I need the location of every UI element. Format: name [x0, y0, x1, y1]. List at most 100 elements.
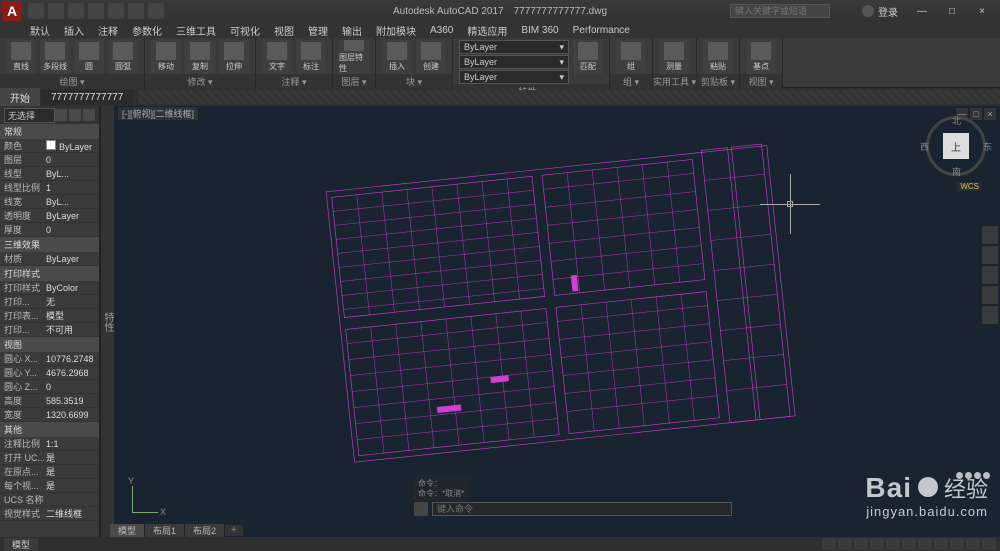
maximize-button[interactable]: □: [938, 2, 966, 20]
ribbon-tab-注释[interactable]: 注释: [92, 23, 124, 38]
ribbon-button-移动[interactable]: 移动: [151, 40, 181, 74]
property-row[interactable]: 透明度ByLayer: [0, 209, 99, 223]
property-row[interactable]: 线型ByL...: [0, 167, 99, 181]
palette-section-header[interactable]: 打印样式: [0, 266, 99, 281]
ribbon-tab-三维工具[interactable]: 三维工具: [170, 23, 222, 38]
layer-dropdown[interactable]: ByLayer▾: [459, 40, 569, 54]
property-row[interactable]: 圆心 Y...4676.2968: [0, 366, 99, 380]
property-row[interactable]: 高度585.3519: [0, 394, 99, 408]
ribbon-button-标注[interactable]: 标注: [296, 40, 326, 74]
property-row[interactable]: 注释比例1:1: [0, 437, 99, 451]
ribbon-button-测量[interactable]: 测量: [659, 40, 689, 74]
qat-saveas-icon[interactable]: [88, 3, 104, 19]
annotation-scale-icon[interactable]: [950, 538, 964, 550]
property-value[interactable]: 是: [46, 479, 95, 492]
property-value[interactable]: ByColor: [46, 283, 95, 293]
ribbon-button-直线[interactable]: 直线: [6, 40, 36, 74]
property-row[interactable]: 线型比例1: [0, 181, 99, 195]
match-properties-button[interactable]: 匹配: [573, 40, 603, 74]
ribbon-button-图层特性[interactable]: 图层特性: [339, 40, 369, 74]
drawing-viewport[interactable]: [-][俯视][二维线框] — □ ×: [114, 106, 1000, 537]
ribbon-button-文字[interactable]: 文字: [262, 40, 292, 74]
ribbon-tab-Performance[interactable]: Performance: [567, 25, 636, 36]
property-row[interactable]: 圆心 X...10776.2748: [0, 352, 99, 366]
compass-north[interactable]: 北: [952, 114, 961, 127]
nav-zoom-icon[interactable]: [982, 266, 998, 284]
drawing-canvas[interactable]: [114, 106, 1000, 537]
property-value[interactable]: 1320.6699: [46, 410, 95, 420]
property-value[interactable]: 4676.2968: [46, 368, 95, 378]
ribbon-button-基点[interactable]: 基点: [746, 40, 776, 74]
panel-label[interactable]: 块 ▾: [376, 74, 452, 89]
select-objects-icon[interactable]: [69, 109, 81, 121]
minimize-button[interactable]: —: [908, 2, 936, 20]
osnap-toggle-icon[interactable]: [886, 538, 900, 550]
nav-pan-icon[interactable]: [982, 246, 998, 264]
pickadd-icon[interactable]: [83, 109, 95, 121]
property-row[interactable]: 颜色ByLayer: [0, 139, 99, 153]
customize-icon[interactable]: [982, 538, 996, 550]
property-row[interactable]: 打印表...模型: [0, 309, 99, 323]
panel-label[interactable]: 实用工具 ▾: [653, 74, 696, 89]
property-row[interactable]: 圆心 Z...0: [0, 380, 99, 394]
property-value[interactable]: 1:1: [46, 439, 95, 449]
compass-east[interactable]: 东: [983, 140, 992, 153]
nav-orbit-icon[interactable]: [982, 286, 998, 304]
qat-redo-icon[interactable]: [148, 3, 164, 19]
status-model-button[interactable]: 模型: [4, 538, 38, 551]
help-search-input[interactable]: [730, 4, 830, 18]
nav-wheel-icon[interactable]: [982, 226, 998, 244]
property-value[interactable]: 二维线框: [46, 507, 95, 520]
ortho-toggle-icon[interactable]: [854, 538, 868, 550]
viewcube[interactable]: 上 北 南 东 西: [926, 116, 986, 176]
wcs-label[interactable]: WCS: [957, 182, 982, 191]
app-logo-icon[interactable]: A: [2, 1, 22, 21]
grid-toggle-icon[interactable]: [822, 538, 836, 550]
ribbon-button-拉伸[interactable]: 拉伸: [219, 40, 249, 74]
property-row[interactable]: 打印...无: [0, 295, 99, 309]
ribbon-tab-管理[interactable]: 管理: [302, 23, 334, 38]
panel-label[interactable]: 视图 ▾: [740, 74, 782, 89]
ribbon-tab-可视化[interactable]: 可视化: [224, 23, 266, 38]
qat-undo-icon[interactable]: [128, 3, 144, 19]
quick-select-icon[interactable]: [55, 109, 67, 121]
qat-new-icon[interactable]: [28, 3, 44, 19]
qat-print-icon[interactable]: [108, 3, 124, 19]
login-button[interactable]: 登录: [862, 2, 898, 20]
qat-open-icon[interactable]: [48, 3, 64, 19]
model-tab[interactable]: 模型: [110, 524, 144, 537]
property-value[interactable]: 1: [46, 183, 95, 193]
property-row[interactable]: 厚度0: [0, 223, 99, 237]
transparency-toggle-icon[interactable]: [934, 538, 948, 550]
qat-save-icon[interactable]: [68, 3, 84, 19]
property-row[interactable]: 打开 UC...是: [0, 451, 99, 465]
palette-title-bar[interactable]: 特性: [100, 106, 114, 537]
property-row[interactable]: 视觉样式二维线框: [0, 507, 99, 521]
viewcube-top-face[interactable]: 上: [943, 133, 969, 159]
panel-label[interactable]: 注释 ▾: [256, 74, 332, 89]
ribbon-tab-精选应用[interactable]: 精选应用: [461, 23, 513, 38]
property-value[interactable]: 模型: [46, 309, 95, 322]
command-input[interactable]: [432, 502, 732, 516]
panel-label[interactable]: 剪贴板 ▾: [697, 74, 739, 89]
property-row[interactable]: 打印样式ByColor: [0, 281, 99, 295]
drawing-tab[interactable]: 7777777777777: [41, 90, 133, 105]
property-row[interactable]: 宽度1320.6699: [0, 408, 99, 422]
layer-dropdown[interactable]: ByLayer▾: [459, 70, 569, 84]
property-row[interactable]: 打印...不可用: [0, 323, 99, 337]
compass-south[interactable]: 南: [952, 165, 961, 178]
property-row[interactable]: 线宽ByL...: [0, 195, 99, 209]
property-value[interactable]: 585.3519: [46, 396, 95, 406]
nav-showmotion-icon[interactable]: [982, 306, 998, 324]
ribbon-button-组[interactable]: 组: [616, 40, 646, 74]
property-value[interactable]: 无: [46, 295, 95, 308]
ribbon-tab-插入[interactable]: 插入: [58, 23, 90, 38]
ribbon-button-多段线[interactable]: 多段线: [40, 40, 70, 74]
ribbon-tab-A360[interactable]: A360: [424, 25, 459, 36]
ribbon-button-圆弧[interactable]: 圆弧: [108, 40, 138, 74]
property-row[interactable]: UCS 名称: [0, 493, 99, 507]
ucs-icon[interactable]: Y X: [132, 486, 158, 513]
add-layout-button[interactable]: +: [225, 525, 243, 536]
property-value[interactable]: 0: [46, 382, 95, 392]
ribbon-tab-附加模块[interactable]: 附加模块: [370, 23, 422, 38]
